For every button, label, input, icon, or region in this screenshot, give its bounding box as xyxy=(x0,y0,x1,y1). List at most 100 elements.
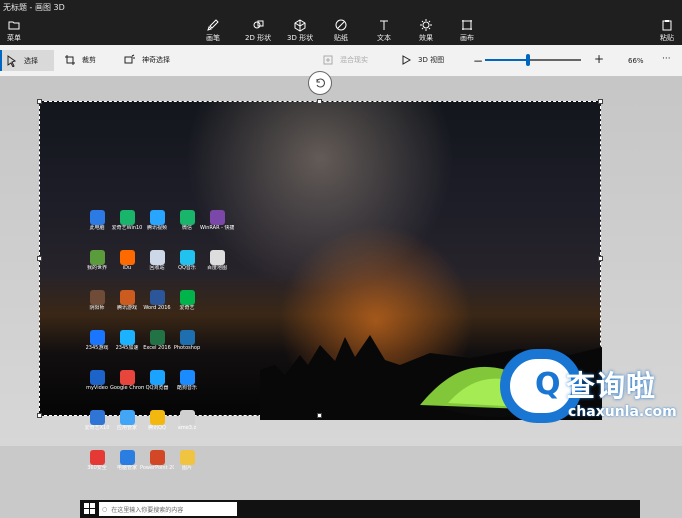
resize-handle[interactable] xyxy=(37,413,42,418)
desktop-icon[interactable]: QQ浏览器 xyxy=(142,370,172,405)
resize-handle[interactable] xyxy=(317,99,322,104)
text-icon xyxy=(380,20,388,30)
menu-button[interactable]: 菜单 xyxy=(7,14,21,45)
zoom-in-icon[interactable]: + xyxy=(594,52,604,66)
app-icon xyxy=(119,250,135,265)
magic-select-button[interactable]: 神奇选择 xyxy=(124,53,170,67)
select-tool-button[interactable]: 选择 xyxy=(0,50,54,71)
desktop-icon-label: PowerPoint 2016 xyxy=(140,465,174,471)
canvas-button[interactable]: 画布 xyxy=(460,14,474,45)
desktop-icon-label: 爱奇艺 xyxy=(179,305,195,311)
desktop-icon[interactable]: 百度地图 xyxy=(202,250,232,285)
desktop-icon[interactable]: 2345加速 xyxy=(112,330,142,365)
rotate-icon xyxy=(316,78,325,88)
2d-shapes-button[interactable]: 2D 形状 xyxy=(245,14,271,45)
resize-handle[interactable] xyxy=(37,256,42,261)
canvas-icon xyxy=(462,20,472,30)
desktop-icon[interactable]: 爱奇艺X10 xyxy=(82,410,112,445)
sticker-icon xyxy=(335,19,347,31)
zoom-slider[interactable] xyxy=(485,54,581,66)
crop-tool-button[interactable]: 裁剪 xyxy=(64,53,96,67)
mixed-reality-button[interactable]: 混合现实 xyxy=(322,53,368,67)
desktop-icon-label: 腾讯QQ xyxy=(148,425,166,431)
windows-start-icon[interactable] xyxy=(84,503,95,514)
desktop-icon[interactable]: 应用管家 xyxy=(112,410,142,445)
desktop-icon-grid: 此电脑 爱奇艺Win10 腾讯视频 微信 WinRAR - 快捷方式我的世界 iDu 回收站… xyxy=(82,210,234,500)
desktop-icon[interactable]: 360安全 xyxy=(82,450,112,485)
app-icon xyxy=(179,370,195,385)
desktop-icon[interactable]: QQ音乐 xyxy=(172,250,202,285)
desktop-icon[interactable]: WinRAR - 快捷方式 xyxy=(200,210,234,245)
text-button[interactable]: 文本 xyxy=(377,14,391,45)
desktop-icon[interactable]: Word 2016 xyxy=(142,290,172,325)
app-icon xyxy=(179,210,195,225)
desktop-icon[interactable]: Photoshop xyxy=(172,330,202,365)
desktop-icon-label: ame3.z xyxy=(177,425,197,431)
desktop-icon[interactable]: ame3.z xyxy=(172,410,202,445)
app-icon xyxy=(149,370,165,385)
stickers-button[interactable]: 贴纸 xyxy=(334,14,348,45)
desktop-icon-label: 图片 xyxy=(181,465,192,471)
desktop-icon-label: myVideo xyxy=(86,385,108,391)
desktop-icon[interactable]: 我的世界 xyxy=(82,250,112,285)
app-icon xyxy=(149,330,165,345)
desktop-icon-label: QQ音乐 xyxy=(178,265,196,271)
3d-shapes-button[interactable]: 3D 形状 xyxy=(287,14,313,45)
app-icon xyxy=(119,450,135,465)
resize-handle[interactable] xyxy=(317,413,322,418)
app-icon xyxy=(89,450,105,465)
desktop-icon[interactable]: Google Chrome xyxy=(110,370,144,405)
desktop-icon[interactable]: 爱奇艺Win10 xyxy=(112,210,142,245)
desktop-icon[interactable]: 腾讯视频 xyxy=(142,210,172,245)
desktop-icon[interactable]: 回收站 xyxy=(142,250,172,285)
desktop-icon-label: 腾讯视频 xyxy=(146,225,167,231)
desktop-icon[interactable]: 2345游戏 xyxy=(82,330,112,365)
more-options-button[interactable]: ··· xyxy=(662,54,671,64)
desktop-icon[interactable]: 此电脑 xyxy=(82,210,112,245)
app-icon xyxy=(149,250,165,265)
desktop-icon-label: Photoshop xyxy=(173,345,201,351)
brush-icon xyxy=(207,19,219,31)
desktop-icon[interactable]: 爱奇艺 xyxy=(172,290,202,325)
app-icon xyxy=(119,410,135,425)
desktop-icon[interactable]: 阴阳师 xyxy=(82,290,112,325)
resize-handle[interactable] xyxy=(598,256,603,261)
cursor-icon xyxy=(7,54,17,67)
taskbar: ○ 在这里输入你要搜索的内容 xyxy=(80,500,640,518)
desktop-icon-label: 腾讯游戏 xyxy=(116,305,137,311)
desktop-icon-label: 电脑管家 xyxy=(116,465,137,471)
desktop-icon[interactable]: 酷狗音乐 xyxy=(172,370,202,405)
zoom-out-icon[interactable]: − xyxy=(473,54,483,68)
magic-select-icon xyxy=(124,54,135,64)
app-icon xyxy=(89,370,105,385)
rotate-handle[interactable] xyxy=(308,71,332,95)
zoom-thumb[interactable] xyxy=(526,54,531,66)
desktop-icon-label: 应用管家 xyxy=(116,425,137,431)
app-icon xyxy=(89,250,105,265)
taskbar-search[interactable]: ○ 在这里输入你要搜索的内容 xyxy=(99,502,237,516)
brushes-button[interactable]: 画笔 xyxy=(206,14,220,45)
cube-icon xyxy=(294,19,306,32)
resize-handle[interactable] xyxy=(37,99,42,104)
desktop-icon[interactable]: iDu xyxy=(112,250,142,285)
desktop-icon-label: 酷狗音乐 xyxy=(176,385,197,391)
desktop-icon[interactable]: 腾讯QQ xyxy=(142,410,172,445)
desktop-icon-label: 微信 xyxy=(181,225,192,231)
desktop-icon[interactable]: myVideo xyxy=(82,370,112,405)
desktop-icon[interactable]: 腾讯游戏 xyxy=(112,290,142,325)
resize-handle[interactable] xyxy=(598,99,603,104)
paste-button[interactable]: 粘贴 xyxy=(660,14,674,45)
desktop-icon-label: WinRAR - 快捷方式 xyxy=(200,225,234,231)
desktop-icon[interactable]: 微信 xyxy=(172,210,202,245)
desktop-icon[interactable]: 图片 xyxy=(172,450,202,485)
title-bar: 无标题 - 画图 3D xyxy=(0,0,682,14)
desktop-icon-label: Excel 2016 xyxy=(143,345,171,351)
desktop-icon[interactable]: PowerPoint 2016 xyxy=(140,450,174,485)
effects-button[interactable]: 效果 xyxy=(419,14,433,45)
desktop-icon-label: 此电脑 xyxy=(89,225,105,231)
3d-view-button[interactable]: 3D 视图 xyxy=(400,53,444,67)
desktop-icon-label: iDu xyxy=(122,265,132,271)
desktop-icon[interactable]: Excel 2016 xyxy=(142,330,172,365)
desktop-icon[interactable]: 电脑管家 xyxy=(112,450,142,485)
app-icon xyxy=(149,410,165,425)
